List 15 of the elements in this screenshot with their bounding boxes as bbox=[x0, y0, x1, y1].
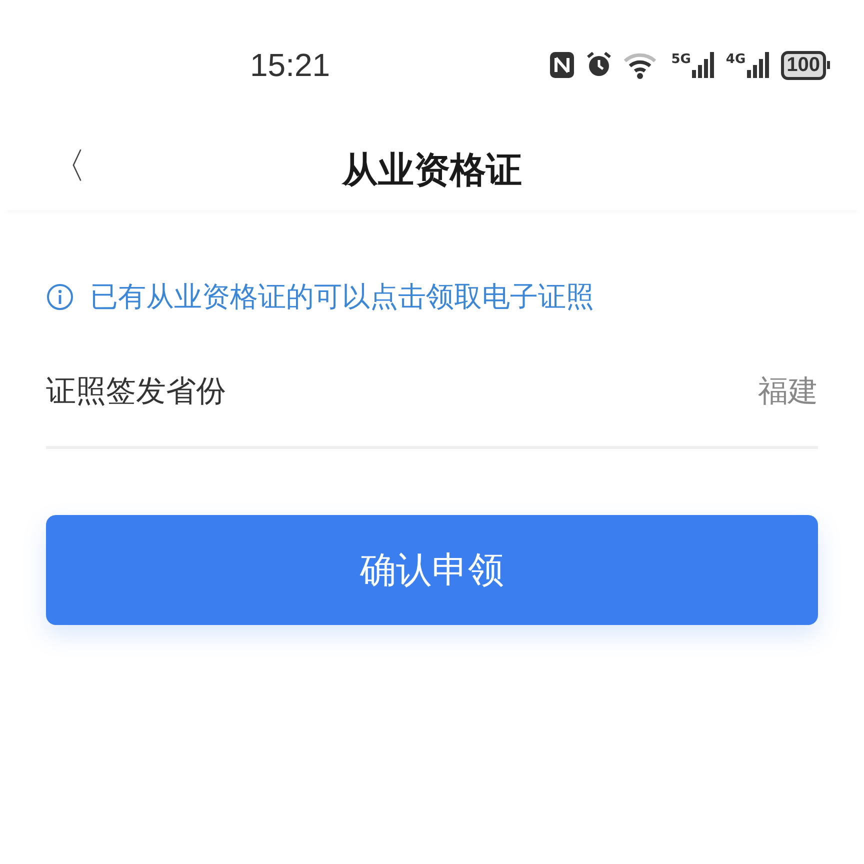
nfc-icon bbox=[549, 51, 576, 79]
network-label: 4G bbox=[726, 52, 746, 67]
page-title: 从业资格证 bbox=[342, 148, 522, 192]
info-icon bbox=[46, 283, 74, 311]
signal-icon bbox=[746, 52, 771, 78]
alarm-icon bbox=[585, 51, 614, 79]
battery-level: 100 bbox=[780, 50, 826, 80]
signal-icon bbox=[692, 52, 716, 78]
province-value[interactable]: 福建 bbox=[758, 370, 818, 412]
confirm-button[interactable]: 确认申领 bbox=[46, 515, 818, 625]
status-time: 15:21 bbox=[250, 46, 330, 84]
network-label: 5G bbox=[671, 52, 691, 67]
field-label: 证照签发省份 bbox=[46, 372, 226, 410]
notice-link[interactable]: 已有从业资格证的可以点击领取电子证照 bbox=[90, 278, 594, 316]
back-button[interactable]: 〈 bbox=[50, 142, 86, 191]
